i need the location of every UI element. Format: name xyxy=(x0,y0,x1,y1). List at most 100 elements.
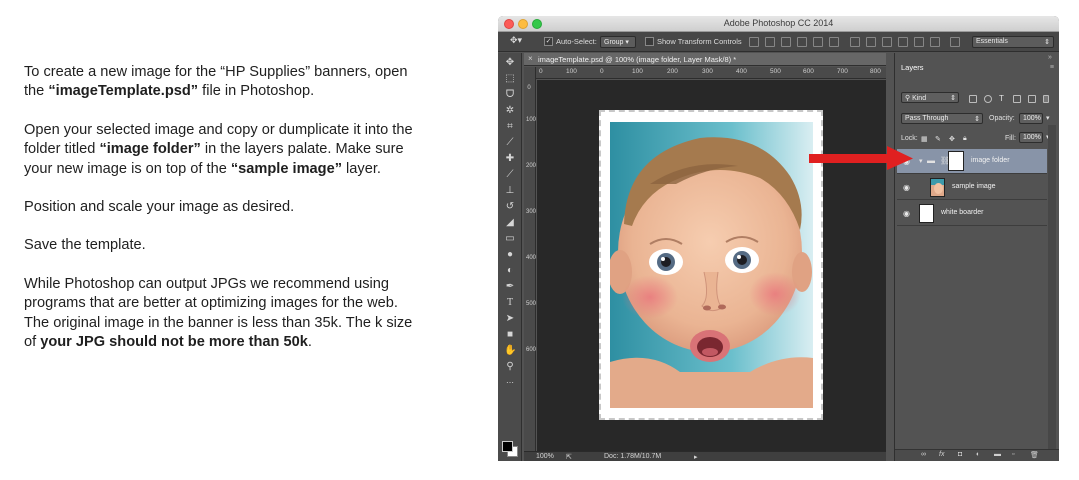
auto-select-label: Auto-Select: xyxy=(556,37,597,46)
horizontal-ruler: 0 100 0 100 200 300 400 500 600 700 800 xyxy=(536,67,886,79)
show-transform-checkbox[interactable] xyxy=(645,37,654,46)
options-bar: ✥▾ ✓ Auto-Select: Group ▾ Show Transform… xyxy=(498,32,1059,52)
type-tool-icon[interactable]: T xyxy=(504,297,516,309)
visibility-eye-icon[interactable]: ◉ xyxy=(903,209,910,218)
new-layer-icon[interactable]: ▫ xyxy=(1012,451,1014,458)
layer-name[interactable]: white boarder xyxy=(941,209,983,216)
ruler-h-label: 200 xyxy=(667,68,678,75)
link-layers-icon[interactable]: ∞ xyxy=(921,451,926,458)
layer-row-white-boarder[interactable]: ◉ white boarder xyxy=(897,201,1047,226)
dodge-tool-icon[interactable]: ◐ xyxy=(504,265,516,277)
zoom-level[interactable]: 100% xyxy=(536,453,554,460)
instructions-text: To create a new image for the “HP Suppli… xyxy=(24,63,416,371)
document-size[interactable]: Doc: 1.78M/10.7M xyxy=(604,453,661,460)
ruler-h-label: 300 xyxy=(702,68,713,75)
clone-stamp-tool-icon[interactable]: ⊥ xyxy=(504,185,516,197)
lasso-tool-icon[interactable]: ᗜ xyxy=(504,89,516,101)
hand-tool-icon[interactable]: ✋ xyxy=(504,345,516,357)
distribute-right-icon[interactable] xyxy=(930,37,940,47)
filter-adjustment-icon[interactable] xyxy=(984,95,992,103)
add-mask-icon[interactable]: ◘ xyxy=(958,451,962,458)
filter-type-icon[interactable]: T xyxy=(999,94,1004,103)
status-menu-icon[interactable]: ▸ xyxy=(694,453,698,461)
distribute-hcenter-icon[interactable] xyxy=(914,37,924,47)
layer-name[interactable]: sample image xyxy=(952,183,996,190)
layers-tab[interactable]: Layers xyxy=(901,63,924,72)
visibility-eye-icon[interactable]: ◉ xyxy=(903,183,910,192)
history-brush-tool-icon[interactable]: ↺ xyxy=(504,201,516,213)
layer-name[interactable]: image folder xyxy=(971,157,1010,164)
layers-panel: » Layers ≡ ⚲ Kind ⇕ T Pass Through ⇕ Opaci… xyxy=(894,53,1059,461)
zoom-tool-icon[interactable]: ⚲ xyxy=(504,361,516,373)
document-canvas[interactable] xyxy=(599,110,823,420)
eyedropper-tool-icon[interactable]: ⟋ xyxy=(504,137,516,149)
panel-menu-icon[interactable]: ≡ xyxy=(1050,64,1054,71)
align-left-icon[interactable] xyxy=(797,37,807,47)
lock-transparent-icon[interactable]: ▦ xyxy=(921,135,928,143)
share-icon[interactable]: ⇱ xyxy=(566,453,572,461)
canvas-area[interactable] xyxy=(537,80,886,451)
layers-scrollbar[interactable] xyxy=(1048,125,1056,450)
move-tool-icon[interactable]: ✥ xyxy=(504,57,516,69)
rectangle-tool-icon[interactable]: ■ xyxy=(504,329,516,341)
auto-align-icon[interactable] xyxy=(950,37,960,47)
lock-image-icon[interactable]: ✎ xyxy=(935,135,941,143)
crop-tool-icon[interactable]: ⌗ xyxy=(504,121,516,133)
distribute-left-icon[interactable] xyxy=(898,37,908,47)
brush-tool-icon[interactable]: ⟋ xyxy=(504,169,516,181)
delete-layer-icon[interactable]: 🗑︎ xyxy=(1030,451,1039,459)
align-vcenter-icon[interactable] xyxy=(765,37,775,47)
distribute-top-icon[interactable] xyxy=(850,37,860,47)
blur-tool-icon[interactable]: ● xyxy=(504,249,516,261)
filter-toggle-icon[interactable] xyxy=(1043,95,1049,103)
lock-label: Lock: xyxy=(901,135,918,142)
more-tools-icon[interactable]: ⋯ xyxy=(504,377,516,389)
pen-tool-icon[interactable]: ✒ xyxy=(504,281,516,293)
align-right-icon[interactable] xyxy=(829,37,839,47)
status-bar: 100% ⇱ Doc: 1.78M/10.7M ▸ xyxy=(524,451,886,461)
layer-row-image-folder[interactable]: ◉ ▾ ▬ ⛓ image folder xyxy=(897,149,1047,174)
close-document-icon[interactable]: × xyxy=(528,54,533,63)
move-tool-preset-icon[interactable]: ✥▾ xyxy=(510,35,522,46)
layer-style-icon[interactable]: fx xyxy=(939,451,944,458)
folder-expand-icon[interactable]: ▾ xyxy=(919,157,923,165)
filter-pixel-icon[interactable] xyxy=(969,95,977,103)
visibility-eye-icon[interactable]: ◉ xyxy=(903,157,910,166)
auto-select-dropdown[interactable]: Group ▾ xyxy=(600,36,636,48)
align-bottom-icon[interactable] xyxy=(781,37,791,47)
ruler-h-label: 0 xyxy=(539,68,543,75)
workspace-dropdown[interactable]: Essentials ⇕ xyxy=(972,36,1054,48)
tools-panel: ✥ ⬚ ᗜ ✲ ⌗ ⟋ ✚ ⟋ ⊥ ↺ ◢ ▭ ● ◐ ✒ T ➤ ■ ✋ ⚲ … xyxy=(498,53,522,461)
auto-select-checkbox[interactable]: ✓ xyxy=(544,37,553,46)
filter-shape-icon[interactable] xyxy=(1013,95,1021,103)
eraser-tool-icon[interactable]: ◢ xyxy=(504,217,516,229)
gradient-tool-icon[interactable]: ▭ xyxy=(504,233,516,245)
window-title: Adobe Photoshop CC 2014 xyxy=(723,18,834,28)
opacity-input[interactable]: 100% xyxy=(1019,113,1043,124)
filter-kind-dropdown[interactable]: ⚲ Kind ⇕ xyxy=(901,92,959,103)
distribute-bottom-icon[interactable] xyxy=(882,37,892,47)
adjustment-layer-icon[interactable]: ◐ xyxy=(976,451,980,458)
fill-input[interactable]: 100% xyxy=(1019,132,1043,143)
lock-position-icon[interactable]: ✥ xyxy=(949,135,955,143)
ruler-h-label: 700 xyxy=(837,68,848,75)
marquee-tool-icon[interactable]: ⬚ xyxy=(504,73,516,85)
magic-wand-tool-icon[interactable]: ✲ xyxy=(504,105,516,117)
healing-brush-tool-icon[interactable]: ✚ xyxy=(504,153,516,165)
align-hcenter-icon[interactable] xyxy=(813,37,823,47)
new-group-icon[interactable]: ▬ xyxy=(994,451,1001,458)
filter-smart-object-icon[interactable] xyxy=(1028,95,1036,103)
document-tab[interactable]: × imageTemplate.psd @ 100% (image folder… xyxy=(524,53,886,66)
foreground-color-swatch[interactable] xyxy=(502,441,513,452)
layer-mask-thumbnail[interactable] xyxy=(948,151,964,171)
layer-row-sample-image[interactable]: ◉ sample image xyxy=(897,175,1047,200)
opacity-slider-icon[interactable]: ▾ xyxy=(1046,114,1050,122)
lock-all-icon[interactable]: 🔒︎ xyxy=(963,135,967,143)
path-selection-tool-icon[interactable]: ➤ xyxy=(504,313,516,325)
align-top-icon[interactable] xyxy=(749,37,759,47)
layer-thumbnail xyxy=(930,178,945,197)
ruler-h-label: 500 xyxy=(770,68,781,75)
blend-mode-dropdown[interactable]: Pass Through ⇕ xyxy=(901,113,983,124)
panel-collapse-icon[interactable]: » xyxy=(1048,54,1052,61)
distribute-vcenter-icon[interactable] xyxy=(866,37,876,47)
